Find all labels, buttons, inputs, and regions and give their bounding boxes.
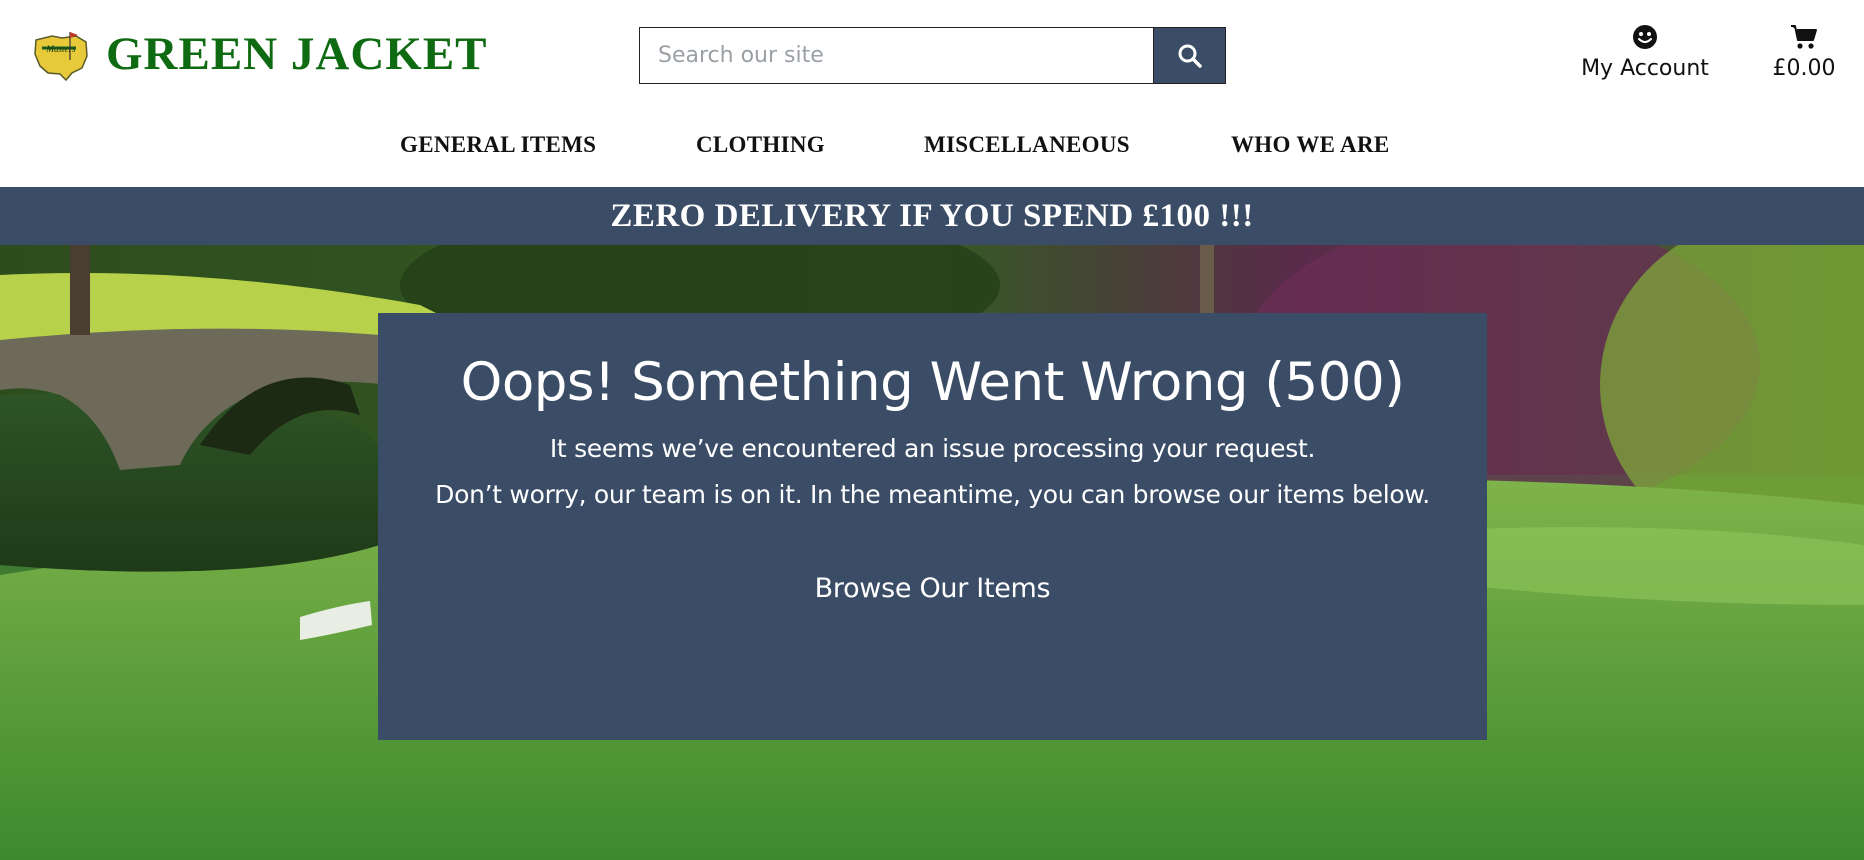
smiley-face-icon bbox=[1633, 25, 1657, 49]
bag-total: £0.00 bbox=[1772, 56, 1836, 81]
shopping-bag-link[interactable]: £0.00 bbox=[1762, 24, 1846, 81]
error-message-line-1: It seems we’ve encountered an issue proc… bbox=[549, 433, 1316, 463]
search-form bbox=[639, 27, 1226, 84]
delivery-banner: ZERO DELIVERY IF YOU SPEND £100 !!! bbox=[0, 187, 1864, 245]
my-account-link[interactable]: My Account bbox=[1570, 24, 1720, 81]
main-nav: GENERAL ITEMS CLOTHING MISCELLANEOUS WHO… bbox=[0, 128, 1864, 162]
shopping-cart-icon bbox=[1791, 25, 1817, 49]
masters-logo-icon: Masters bbox=[34, 32, 88, 82]
svg-text:Masters: Masters bbox=[46, 44, 76, 54]
search-icon bbox=[1178, 44, 1202, 68]
my-account-label: My Account bbox=[1581, 56, 1709, 81]
search-button[interactable] bbox=[1153, 27, 1226, 84]
error-title: Oops! Something Went Wrong (500) bbox=[460, 352, 1405, 413]
nav-item-miscellaneous[interactable]: MISCELLANEOUS bbox=[924, 132, 1130, 158]
error-message-line-2: Don’t worry, our team is on it. In the m… bbox=[435, 479, 1430, 509]
nav-item-who-we-are[interactable]: WHO WE ARE bbox=[1231, 132, 1390, 158]
nav-item-general-items[interactable]: GENERAL ITEMS bbox=[400, 132, 596, 158]
brand-name: GREEN JACKET bbox=[106, 27, 488, 80]
site-header: Masters GREEN JACKET My Account bbox=[0, 0, 1864, 110]
delivery-banner-text: ZERO DELIVERY IF YOU SPEND £100 !!! bbox=[610, 197, 1254, 234]
brand-home-link[interactable]: Masters GREEN JACKET bbox=[32, 26, 488, 82]
browse-items-button[interactable]: Browse Our Items bbox=[815, 573, 1051, 604]
search-input[interactable] bbox=[639, 27, 1153, 84]
error-card: Oops! Something Went Wrong (500) It seem… bbox=[378, 313, 1487, 740]
nav-item-clothing[interactable]: CLOTHING bbox=[696, 132, 825, 158]
